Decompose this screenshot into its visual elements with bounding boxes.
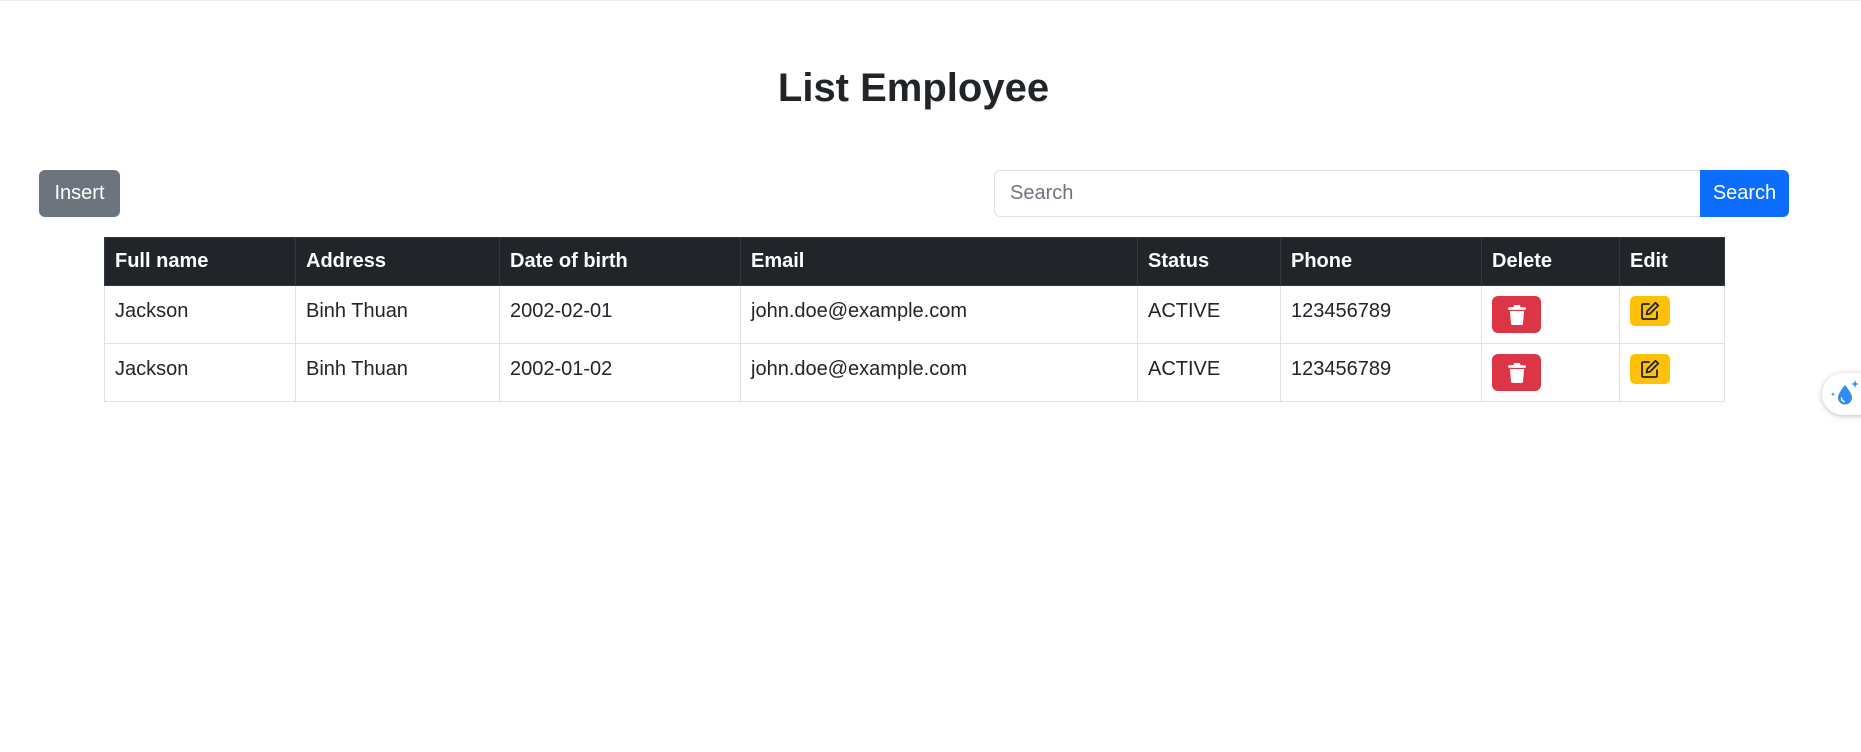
cell-email: john.doe@example.com <box>740 343 1138 402</box>
cell-phone: 123456789 <box>1280 343 1482 402</box>
cell-full-name: Jackson <box>104 343 296 402</box>
cell-edit <box>1619 343 1725 402</box>
table-header-row: Full name Address Date of birth Email St… <box>104 237 1725 286</box>
cell-full-name: Jackson <box>104 285 296 344</box>
page-title: List Employee <box>777 66 1050 110</box>
edit-button[interactable] <box>1630 295 1670 326</box>
cell-address: Binh Thuan <box>295 343 500 402</box>
cell-edit <box>1619 285 1725 344</box>
trash-icon <box>1507 362 1526 383</box>
pencil-square-icon <box>1641 359 1660 378</box>
floating-assistant-widget[interactable] <box>1822 373 1861 415</box>
cell-status: ACTIVE <box>1137 343 1281 402</box>
cell-delete <box>1481 285 1620 344</box>
search-button[interactable]: Search <box>1700 170 1789 217</box>
column-header-email: Email <box>740 237 1138 286</box>
cell-delete <box>1481 343 1620 402</box>
column-header-phone: Phone <box>1280 237 1482 286</box>
pencil-square-icon <box>1641 301 1660 320</box>
table-body: Jackson Binh Thuan 2002-02-01 john.doe@e… <box>104 285 1725 402</box>
column-header-full-name: Full name <box>104 237 296 286</box>
cell-address: Binh Thuan <box>295 285 500 344</box>
cell-phone: 123456789 <box>1280 285 1482 344</box>
employee-table: Full name Address Date of birth Email St… <box>104 237 1725 402</box>
column-header-delete: Delete <box>1481 237 1620 286</box>
column-header-status: Status <box>1137 237 1281 286</box>
insert-button[interactable]: Insert <box>39 170 120 217</box>
column-header-edit: Edit <box>1619 237 1725 286</box>
column-header-address: Address <box>295 237 500 286</box>
table-header: Full name Address Date of birth Email St… <box>104 237 1725 286</box>
top-border <box>0 0 1861 1</box>
trash-icon <box>1507 304 1526 325</box>
table-row: Jackson Binh Thuan 2002-02-01 john.doe@e… <box>104 285 1725 344</box>
delete-button[interactable] <box>1492 354 1541 391</box>
cell-date-of-birth: 2002-01-02 <box>499 343 741 402</box>
cell-status: ACTIVE <box>1137 285 1281 344</box>
cell-email: john.doe@example.com <box>740 285 1138 344</box>
search-input[interactable] <box>994 170 1700 217</box>
column-header-date-of-birth: Date of birth <box>499 237 741 286</box>
table-row: Jackson Binh Thuan 2002-01-02 john.doe@e… <box>104 343 1725 402</box>
delete-button[interactable] <box>1492 296 1541 333</box>
cell-date-of-birth: 2002-02-01 <box>499 285 741 344</box>
search-group: Search <box>994 170 1789 217</box>
edit-button[interactable] <box>1630 353 1670 384</box>
water-drop-sparkle-icon <box>1830 380 1859 405</box>
